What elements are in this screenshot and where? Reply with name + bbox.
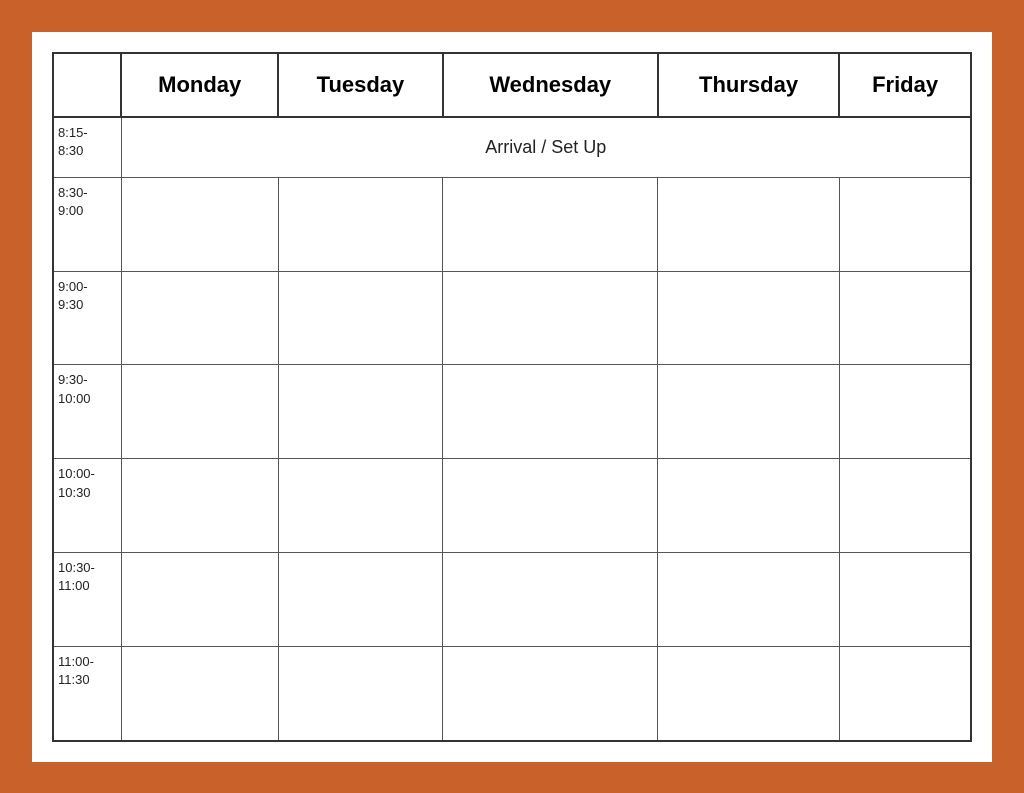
table-row: 9:00-9:30 xyxy=(53,271,971,365)
cell-tuesday-1000 xyxy=(278,459,442,553)
cell-thursday-1100 xyxy=(658,647,839,741)
cell-monday-900 xyxy=(121,271,278,365)
cell-wednesday-830 xyxy=(443,177,658,271)
arrival-cell: Arrival / Set Up xyxy=(121,117,971,178)
header-friday: Friday xyxy=(839,53,971,117)
cell-thursday-900 xyxy=(658,271,839,365)
time-cell-815: 8:15-8:30 xyxy=(53,117,121,178)
cell-tuesday-1030 xyxy=(278,553,442,647)
cell-friday-1000 xyxy=(839,459,971,553)
cell-wednesday-1030 xyxy=(443,553,658,647)
cell-wednesday-930 xyxy=(443,365,658,459)
header-wednesday: Wednesday xyxy=(443,53,658,117)
time-cell-1000: 10:00-10:30 xyxy=(53,459,121,553)
table-row: 10:30-11:00 xyxy=(53,553,971,647)
cell-friday-930 xyxy=(839,365,971,459)
table-row: 11:00-11:30 xyxy=(53,647,971,741)
cell-thursday-1030 xyxy=(658,553,839,647)
cell-wednesday-900 xyxy=(443,271,658,365)
cell-tuesday-900 xyxy=(278,271,442,365)
page-container: Monday Tuesday Wednesday Thursday Friday… xyxy=(32,32,992,762)
header-tuesday: Tuesday xyxy=(278,53,442,117)
cell-tuesday-1100 xyxy=(278,647,442,741)
table-row: 8:15-8:30 Arrival / Set Up xyxy=(53,117,971,178)
time-cell-1100: 11:00-11:30 xyxy=(53,647,121,741)
cell-friday-1030 xyxy=(839,553,971,647)
time-cell-930: 9:30-10:00 xyxy=(53,365,121,459)
time-cell-900: 9:00-9:30 xyxy=(53,271,121,365)
cell-thursday-830 xyxy=(658,177,839,271)
header-thursday: Thursday xyxy=(658,53,839,117)
cell-friday-900 xyxy=(839,271,971,365)
cell-friday-830 xyxy=(839,177,971,271)
time-cell-830: 8:30-9:00 xyxy=(53,177,121,271)
cell-thursday-930 xyxy=(658,365,839,459)
header-monday: Monday xyxy=(121,53,278,117)
schedule-table: Monday Tuesday Wednesday Thursday Friday… xyxy=(52,52,972,742)
cell-friday-1100 xyxy=(839,647,971,741)
cell-wednesday-1100 xyxy=(443,647,658,741)
cell-monday-1100 xyxy=(121,647,278,741)
cell-thursday-1000 xyxy=(658,459,839,553)
time-cell-1030: 10:30-11:00 xyxy=(53,553,121,647)
table-row: 9:30-10:00 xyxy=(53,365,971,459)
table-row: 8:30-9:00 xyxy=(53,177,971,271)
table-row: 10:00-10:30 xyxy=(53,459,971,553)
cell-monday-1030 xyxy=(121,553,278,647)
cell-tuesday-930 xyxy=(278,365,442,459)
cell-wednesday-1000 xyxy=(443,459,658,553)
cell-tuesday-830 xyxy=(278,177,442,271)
cell-monday-830 xyxy=(121,177,278,271)
cell-monday-1000 xyxy=(121,459,278,553)
cell-monday-930 xyxy=(121,365,278,459)
header-time xyxy=(53,53,121,117)
